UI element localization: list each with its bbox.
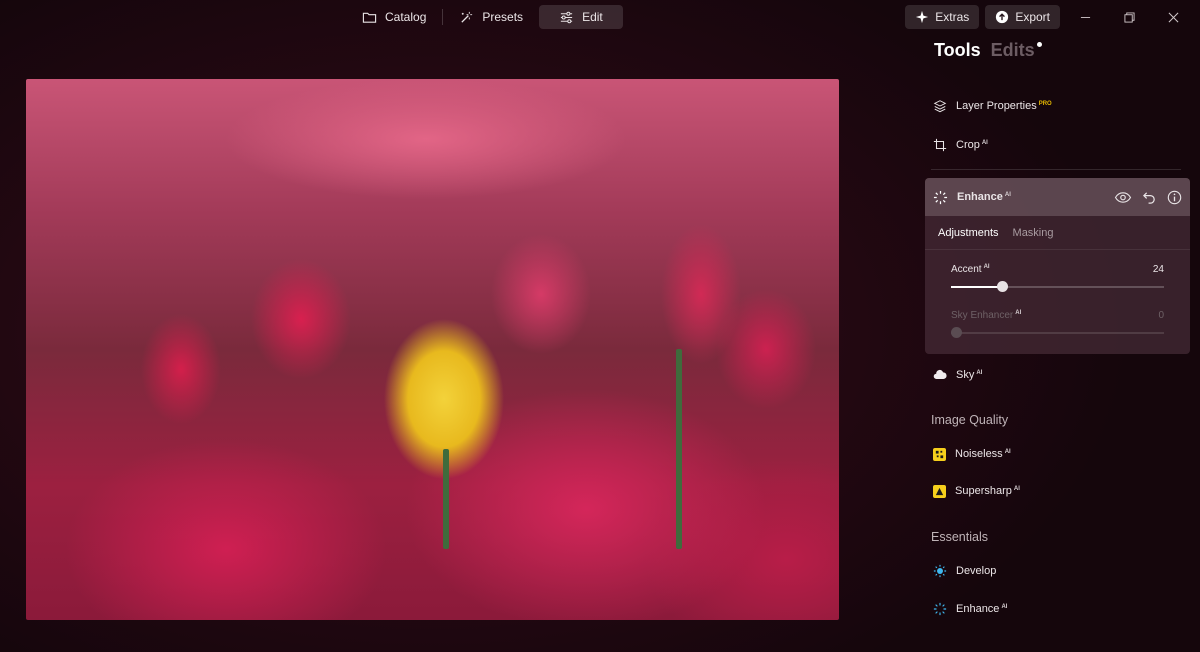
tab-masking[interactable]: Masking	[1013, 227, 1054, 239]
crop-label: Crop	[956, 139, 980, 151]
tool-layer-properties[interactable]: Layer Properties PRO	[925, 96, 1190, 116]
extras-button[interactable]: Extras	[905, 5, 980, 29]
sky-enhancer-track[interactable]	[951, 326, 1164, 340]
sparkle-icon	[916, 10, 929, 24]
undo-icon[interactable]	[1142, 190, 1157, 205]
minimize-icon	[1080, 16, 1090, 18]
accent-label: Accent	[951, 264, 982, 275]
visibility-eye-icon[interactable]	[1114, 190, 1132, 205]
tools-panel: Tools Edits Layer Properties PRO Crop AI E…	[925, 40, 1190, 619]
unsaved-dot	[1036, 42, 1042, 47]
accent-slider[interactable]: Accent AI 24	[925, 258, 1190, 294]
tab-adjustments[interactable]: Adjustments	[938, 227, 999, 239]
enhance-sparkle-icon	[933, 602, 947, 616]
tool-sky[interactable]: Sky AI	[925, 365, 1190, 385]
ai-badge: AI	[1004, 449, 1011, 455]
section-essentials: Essentials	[931, 530, 988, 544]
export-label: Export	[1015, 10, 1050, 24]
layers-icon	[933, 100, 947, 113]
ai-badge: AI	[1015, 310, 1022, 316]
tool-noiseless[interactable]: Noiseless AI	[925, 444, 1190, 464]
develop-label: Develop	[956, 565, 997, 577]
ai-badge: AI	[1013, 486, 1020, 492]
crop-icon	[933, 138, 947, 152]
ai-badge: AI	[1004, 192, 1011, 198]
sky-enhancer-slider[interactable]: Sky Enhancer AI 0	[925, 304, 1190, 340]
tool-enhance[interactable]: Enhance AI	[925, 599, 1190, 619]
sky-enhancer-rail	[951, 332, 1164, 334]
edit-label: Edit	[582, 10, 603, 24]
enhance-card-title: Enhance	[957, 191, 1003, 203]
supersharp-label: Supersharp	[955, 485, 1012, 497]
sky-enhancer-value[interactable]: 0	[1158, 310, 1164, 321]
mode-switcher: Catalog Presets Edit	[350, 5, 623, 29]
close-icon	[1168, 12, 1178, 22]
nav-divider	[442, 9, 444, 25]
upload-circle-icon	[996, 10, 1009, 24]
presets-label: Presets	[482, 10, 524, 24]
noiseless-label: Noiseless	[955, 448, 1003, 460]
tab-tools[interactable]: Tools	[934, 40, 981, 61]
restore-button[interactable]	[1110, 5, 1148, 29]
pro-badge: PRO	[1038, 101, 1052, 107]
restore-icon	[1123, 11, 1135, 23]
sky-enhancer-label: Sky Enhancer	[951, 310, 1014, 321]
magic-wand-icon	[461, 11, 473, 23]
section-image-quality: Image Quality	[931, 413, 1009, 427]
tool-supersharp[interactable]: Supersharp AI	[925, 481, 1190, 501]
folder-icon	[362, 12, 377, 23]
ai-badge: AI	[976, 370, 983, 376]
noiseless-icon	[933, 447, 946, 461]
presets-button[interactable]: Presets	[447, 5, 535, 29]
extras-label: Extras	[935, 10, 970, 24]
sliders-icon	[560, 11, 573, 23]
export-button[interactable]: Export	[985, 5, 1060, 29]
panel-tabs: Tools Edits	[934, 40, 1190, 78]
edit-button[interactable]: Edit	[539, 5, 623, 29]
enhance-card: Enhance AI Adjustments Masking Accent AI 2…	[925, 178, 1190, 354]
sun-icon	[933, 564, 947, 578]
window-controls: Extras Export	[905, 5, 1192, 29]
tab-edits[interactable]: Edits	[990, 40, 1042, 61]
enhance-card-header[interactable]: Enhance AI	[925, 178, 1190, 216]
enhance-label: Enhance	[956, 603, 1000, 615]
tab-edits-label: Edits	[990, 40, 1035, 60]
enhance-sparkle-icon	[933, 190, 948, 204]
info-icon[interactable]	[1167, 190, 1182, 205]
sky-enhancer-knob[interactable]	[951, 327, 962, 338]
enhance-subtabs: Adjustments Masking	[925, 216, 1190, 250]
minimize-button[interactable]	[1066, 5, 1104, 29]
ai-badge: AI	[981, 140, 988, 146]
ai-badge: AI	[983, 264, 990, 270]
accent-value[interactable]: 24	[1153, 264, 1164, 275]
sky-label: Sky	[956, 369, 975, 381]
layer-properties-label: Layer Properties	[956, 100, 1037, 112]
close-button[interactable]	[1154, 5, 1192, 29]
cloud-icon	[933, 369, 947, 379]
enhance-sliders: Accent AI 24 Sky Enhancer AI 0	[925, 250, 1190, 354]
catalog-label: Catalog	[385, 10, 427, 24]
section-divider	[931, 169, 1181, 170]
ai-badge: AI	[1001, 604, 1008, 610]
tool-crop[interactable]: Crop AI	[925, 135, 1190, 155]
catalog-button[interactable]: Catalog	[350, 5, 438, 29]
accent-track[interactable]	[951, 280, 1164, 294]
supersharp-icon	[933, 484, 946, 498]
accent-fill	[951, 286, 1003, 288]
photo-canvas[interactable]	[26, 79, 839, 620]
tulip-stem	[443, 449, 449, 549]
tulip-stem	[676, 349, 682, 549]
accent-knob[interactable]	[997, 281, 1009, 292]
tool-develop[interactable]: Develop	[925, 561, 1190, 581]
